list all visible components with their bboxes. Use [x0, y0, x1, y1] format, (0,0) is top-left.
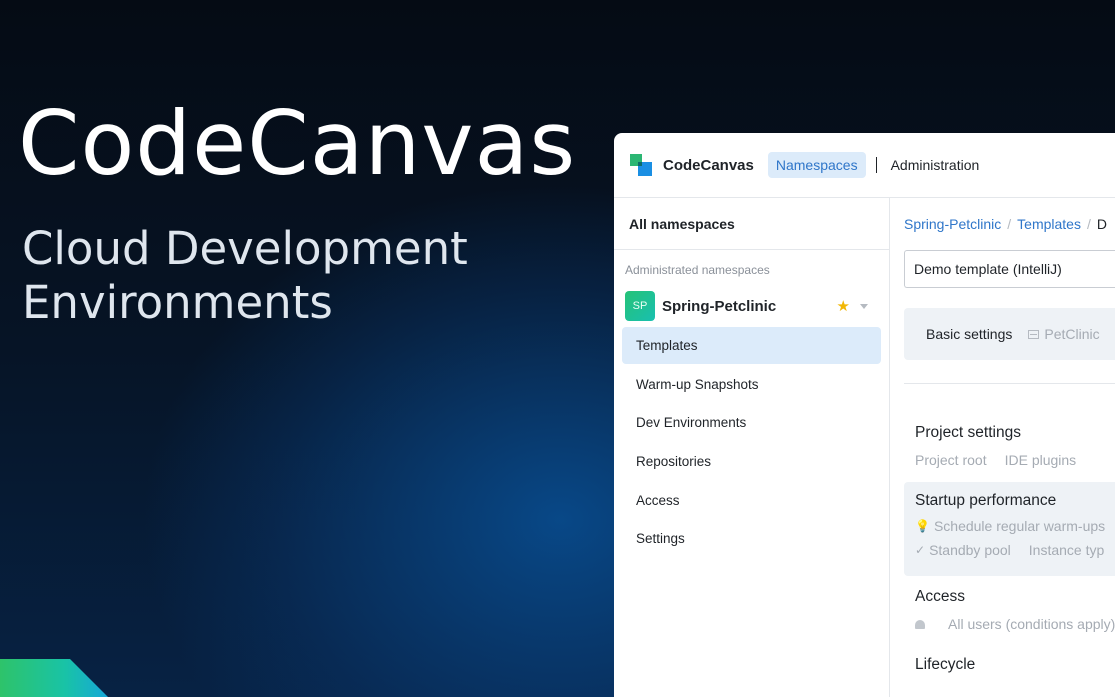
sidebar-item-dev-environments[interactable]: Dev Environments: [622, 404, 881, 441]
main-content: Spring-Petclinic / Templates / D Demo te…: [891, 198, 1115, 697]
hero-subtitle-line2: Environments: [22, 276, 333, 329]
access-summary: All users (conditions apply): [915, 616, 1115, 632]
sidebar-item-templates[interactable]: Templates: [622, 327, 881, 364]
access-users-label: All users (conditions apply): [948, 616, 1115, 632]
sidebar-section-label: Administrated namespaces: [625, 263, 770, 277]
check-icon: ✓: [915, 543, 926, 557]
settings-tabs: Basic settings PetClinic: [904, 308, 1115, 360]
startup-performance-section[interactable]: Startup performance 💡 Schedule regular w…: [904, 482, 1115, 576]
hero-subtitle-line1: Cloud Development: [22, 222, 468, 275]
breadcrumb-separator: /: [1007, 216, 1012, 232]
nav-administration[interactable]: Administration: [891, 157, 980, 173]
repository-icon: [1028, 329, 1040, 339]
namespace-row[interactable]: SP Spring-Petclinic ★: [614, 277, 889, 321]
breadcrumb-namespace[interactable]: Spring-Petclinic: [904, 216, 1001, 232]
warmups-label: Schedule regular warm-ups: [933, 518, 1106, 534]
access-title: Access: [915, 588, 965, 605]
users-icon: [915, 619, 925, 629]
sidebar-item-access[interactable]: Access: [622, 482, 881, 519]
codecanvas-logo-icon[interactable]: [630, 154, 652, 176]
hero-subtitle: Cloud Development Environments: [22, 222, 542, 330]
breadcrumb-templates[interactable]: Templates: [1017, 216, 1081, 232]
tab-petclinic[interactable]: PetClinic: [1028, 326, 1100, 342]
tab-basic-settings[interactable]: Basic settings: [926, 326, 1012, 342]
sidebar-item-repositories[interactable]: Repositories: [622, 443, 881, 480]
chevron-down-icon[interactable]: [860, 303, 868, 309]
breadcrumb: Spring-Petclinic / Templates / D: [904, 198, 1115, 250]
star-icon[interactable]: ★: [837, 297, 850, 315]
project-settings-title: Project settings: [915, 424, 1021, 441]
tab-petclinic-label: PetClinic: [1044, 326, 1100, 342]
standby-row: ✓ Standby pool Instance typ: [915, 542, 1115, 558]
sidebar: All namespaces Administrated namespaces …: [614, 198, 890, 697]
app-name[interactable]: CodeCanvas: [663, 157, 754, 174]
breadcrumb-current: D: [1096, 216, 1107, 232]
lightbulb-icon: 💡: [915, 519, 930, 533]
sidebar-item-warm-up-snapshots[interactable]: Warm-up Snapshots: [622, 366, 881, 403]
namespace-avatar: SP: [625, 291, 655, 321]
namespace-name[interactable]: Spring-Petclinic: [662, 298, 837, 315]
sidebar-item-settings[interactable]: Settings: [622, 520, 881, 557]
ide-plugins-label: IDE plugins: [1004, 452, 1077, 468]
standby-label: Standby pool: [929, 542, 1011, 558]
nav-separator: [875, 157, 877, 173]
breadcrumb-separator: /: [1086, 216, 1091, 232]
app-window: CodeCanvas Namespaces Administration All…: [614, 133, 1115, 697]
sidebar-title[interactable]: All namespaces: [614, 198, 889, 250]
project-settings-summary: Project root IDE plugins: [915, 452, 1115, 468]
project-settings-section[interactable]: Project settings Project root IDE plugins: [904, 424, 1115, 468]
template-select[interactable]: Demo template (IntelliJ): [904, 250, 1115, 288]
lifecycle-title: Lifecycle: [915, 656, 976, 673]
access-section[interactable]: Access All users (conditions apply): [904, 588, 1115, 632]
startup-performance-title: Startup performance: [915, 492, 1057, 509]
warmups-row: 💡 Schedule regular warm-ups: [915, 518, 1115, 534]
top-bar: CodeCanvas Namespaces Administration: [614, 133, 1115, 198]
lifecycle-section[interactable]: Lifecycle: [904, 656, 1115, 674]
project-root-label: Project root: [915, 452, 987, 468]
namespace-menu: Templates Warm-up Snapshots Dev Environm…: [614, 327, 889, 557]
instance-type-label: Instance typ: [1028, 542, 1105, 558]
nav-namespaces[interactable]: Namespaces: [767, 152, 866, 178]
divider: [904, 383, 1115, 384]
hero-title: CodeCanvas: [18, 92, 577, 195]
